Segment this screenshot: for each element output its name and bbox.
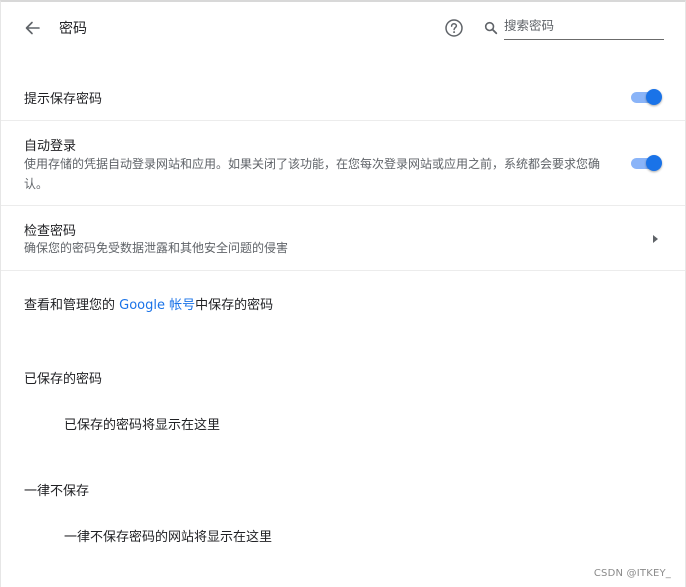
help-button[interactable] (444, 18, 464, 38)
auto-signin-toggle[interactable] (631, 154, 662, 172)
google-account-link[interactable]: Google 帐号 (119, 298, 195, 313)
check-passwords-label: 检查密码 (24, 224, 77, 239)
saved-passwords-heading: 已保存的密码 (24, 372, 103, 387)
never-saved-heading: 一律不保存 (24, 484, 90, 499)
never-saved-empty-text: 一律不保存密码的网站将显示在这里 (64, 530, 273, 545)
auto-signin-row: 自动登录 使用存储的凭据自动登录网站和应用。如果关闭了该功能，在您每次登录网站或… (1, 121, 685, 206)
manage-account-suffix: 中保存的密码 (195, 298, 274, 313)
manage-account-prefix: 查看和管理您的 (24, 298, 120, 313)
search-passwords-input[interactable] (504, 14, 664, 40)
check-passwords-row[interactable]: 检查密码 确保您的密码免受数据泄露和其他安全问题的侵害 (1, 206, 685, 270)
toggle-knob (646, 155, 662, 171)
watermark-text: CSDN @ITKEY_ (593, 568, 671, 579)
page-title: 密码 (59, 21, 87, 37)
offer-to-save-toggle[interactable] (631, 88, 662, 106)
divider (1, 270, 685, 271)
search-icon (484, 21, 498, 35)
check-passwords-description: 确保您的密码免受数据泄露和其他安全问题的侵害 (24, 241, 289, 255)
toggle-knob (646, 89, 662, 105)
passwords-settings-page: 密码 提示保存密码 自动登录 使用存储的凭据自动登录网站和应用。如果关闭了该功能… (0, 0, 686, 587)
saved-passwords-empty-text: 已保存的密码将显示在这里 (64, 418, 221, 433)
auto-signin-label: 自动登录 (24, 139, 77, 154)
triangle-right-icon (653, 235, 658, 243)
page-header: 密码 (1, 2, 685, 56)
back-button[interactable] (21, 17, 43, 39)
question-circle-icon (445, 19, 463, 37)
auto-signin-description: 使用存储的凭据自动登录网站和应用。如果关闭了该功能，在您每次登录网站或应用之前，… (24, 157, 601, 191)
offer-to-save-label: 提示保存密码 (24, 92, 103, 107)
offer-to-save-row: 提示保存密码 (1, 72, 685, 122)
arrow-left-icon (25, 21, 40, 35)
manage-account-text: 查看和管理您的 Google 帐号中保存的密码 (24, 294, 273, 313)
